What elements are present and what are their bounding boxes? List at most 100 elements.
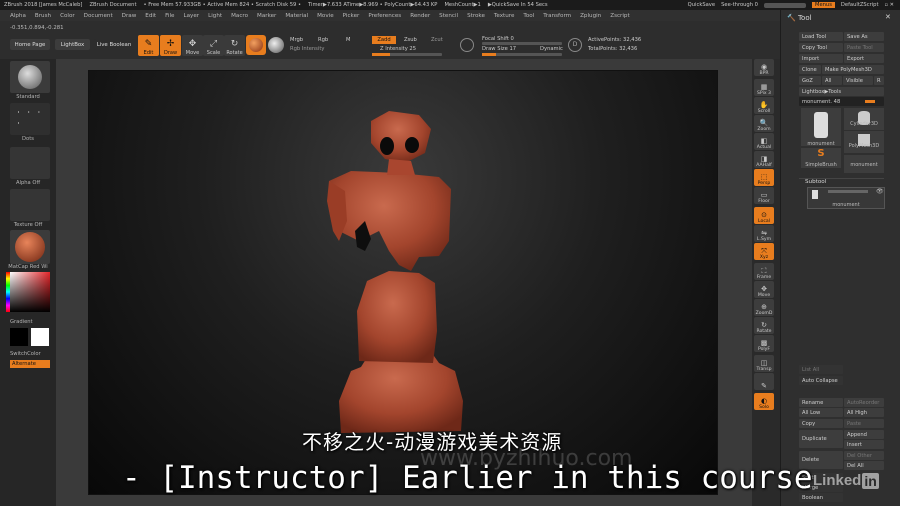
menu-alpha[interactable]: Alpha [10, 13, 26, 19]
current-tool-slider[interactable]: monument. 48 [799, 97, 884, 106]
standard-brush-button[interactable] [10, 61, 50, 93]
rail-button-local[interactable]: ⊙ Local [754, 207, 774, 224]
make-polymesh-button[interactable]: Make PolyMesh3D [822, 65, 884, 74]
subtool-visibility-icon[interactable]: 👁 [876, 188, 884, 195]
menu-file[interactable]: File [165, 13, 174, 19]
menu-texture[interactable]: Texture [494, 13, 514, 19]
auto-collapse-button[interactable]: Auto Collapse [799, 376, 843, 385]
rail-button-zoom[interactable]: 🔍 Zoom [754, 115, 774, 132]
visible-button[interactable]: Visible [843, 76, 873, 85]
rail-button-ghost[interactable]: ✎ [754, 373, 774, 390]
m-button[interactable]: M [346, 37, 350, 43]
dynamic-button[interactable]: Dynamic [540, 46, 563, 52]
default-zscript-button[interactable]: DefaultZScript [841, 2, 879, 8]
save-as-button[interactable]: Save As [844, 32, 884, 41]
menu-movie[interactable]: Movie [317, 13, 334, 19]
menu-stencil[interactable]: Stencil [439, 13, 458, 19]
focal-shift-slider[interactable] [482, 42, 562, 45]
menu-brush[interactable]: Brush [35, 13, 51, 19]
tool-thumb-polymesh[interactable] [844, 131, 884, 153]
list-all-button[interactable]: List All [799, 365, 843, 374]
menu-layer[interactable]: Layer [184, 13, 200, 19]
clone-button[interactable]: Clone [799, 65, 821, 74]
texture-button[interactable] [10, 189, 50, 221]
rotate-mode-button[interactable]: ↻ Rotate [224, 35, 245, 56]
rail-button-floor[interactable]: ▭ Floor [754, 187, 774, 204]
focal-shift-dial-icon[interactable] [460, 38, 474, 52]
menu-light[interactable]: Light [208, 13, 222, 19]
lightbox-button[interactable]: LightBox [55, 39, 90, 50]
window-controls[interactable]: ▫ ✕ [884, 2, 894, 8]
copy-button[interactable]: Copy [799, 419, 843, 428]
subtool-header[interactable]: Subtool [805, 179, 826, 185]
rail-button-zoomd[interactable]: ⊕ ZoomD [754, 299, 774, 316]
rename-button[interactable]: Rename [799, 398, 843, 407]
see-through-slider[interactable] [763, 2, 806, 8]
menu-picker[interactable]: Picker [343, 13, 360, 19]
scale-mode-button[interactable]: ⤢ Scale [203, 35, 224, 56]
subtool-item[interactable]: 👁 monument [807, 187, 885, 209]
all-high-button[interactable]: All High [844, 408, 884, 417]
rail-button-spix[interactable]: ▦ SPix 3 [754, 79, 774, 96]
quicksave-button[interactable]: QuickSave [688, 2, 715, 8]
rail-button-polyf[interactable]: ▩ PolyF [754, 335, 774, 352]
rail-button-bpr[interactable]: ◉ BPR [754, 59, 774, 76]
menu-document[interactable]: Document [84, 13, 113, 19]
menu-zplugin[interactable]: Zplugin [580, 13, 601, 19]
zsub-button[interactable]: Zsub [404, 37, 417, 43]
rail-button-solo[interactable]: ◐ Solo [754, 393, 774, 410]
rail-button-move[interactable]: ✥ Move [754, 281, 774, 298]
all-low-button[interactable]: All Low [799, 408, 843, 417]
rail-button-rotate[interactable]: ↻ Rotate [754, 317, 774, 334]
rail-button-persp[interactable]: ⬚ Persp [754, 169, 774, 186]
panel-close-icon[interactable]: ✕ [885, 13, 891, 21]
matcap-button[interactable] [10, 230, 50, 264]
menus-button[interactable]: Menus [811, 2, 835, 8]
material-swatch-button[interactable] [246, 35, 266, 55]
menu-material[interactable]: Material [285, 13, 308, 19]
menu-preferences[interactable]: Preferences [368, 13, 401, 19]
menu-edit[interactable]: Edit [145, 13, 156, 19]
rgb-intensity-label[interactable]: Rgb Intensity [290, 46, 324, 52]
draw-size-slider[interactable] [482, 53, 562, 56]
live-boolean-button[interactable]: Live Boolean [94, 39, 134, 50]
lightbox-tools-button[interactable]: Lightbox▶Tools [799, 87, 884, 96]
load-tool-button[interactable]: Load Tool [799, 32, 843, 41]
rail-button-lsym[interactable]: ⇋ L.Sym [754, 225, 774, 242]
texture-sphere-icon[interactable] [268, 37, 284, 53]
home-page-button[interactable]: Home Page [10, 39, 50, 50]
rail-button-frame[interactable]: ⛶ Frame [754, 263, 774, 280]
secondary-color-swatch[interactable] [10, 328, 28, 346]
rail-button-transp[interactable]: ◫ Transp [754, 355, 774, 372]
primary-color-swatch[interactable] [31, 328, 49, 346]
menu-render[interactable]: Render [410, 13, 430, 19]
rail-button-actual[interactable]: ◧ Actual [754, 133, 774, 150]
insert-button[interactable]: Insert [844, 440, 884, 449]
menu-marker[interactable]: Marker [257, 13, 276, 19]
menu-transform[interactable]: Transform [543, 13, 571, 19]
del-all-button[interactable]: Del All [844, 461, 884, 470]
draw-mode-button[interactable]: ✢ Draw [160, 35, 181, 56]
mrgb-button[interactable]: Mrgb [290, 37, 303, 43]
all-button[interactable]: All [822, 76, 842, 85]
hue-strip[interactable] [6, 272, 10, 312]
subtool-toggles[interactable] [828, 190, 868, 193]
menu-zscript[interactable]: Zscript [610, 13, 629, 19]
goz-button[interactable]: GoZ [799, 76, 821, 85]
autoreorder-button[interactable]: AutoReorder [844, 398, 884, 407]
edit-mode-button[interactable]: ✎ Edit [138, 35, 159, 56]
menu-macro[interactable]: Macro [231, 13, 248, 19]
rail-button-aahalf[interactable]: ◨ AAHalf [754, 151, 774, 168]
menu-color[interactable]: Color [60, 13, 75, 19]
copy-tool-button[interactable]: Copy Tool [799, 43, 843, 52]
duplicate-button[interactable]: Duplicate [799, 430, 843, 448]
export-button[interactable]: Export [844, 54, 884, 63]
paste-button[interactable]: Paste [844, 419, 884, 428]
menu-tool[interactable]: Tool [523, 13, 534, 19]
rail-button-xyz[interactable]: ⤧ Xyz [754, 243, 774, 260]
alpha-button[interactable] [10, 147, 50, 179]
append-button[interactable]: Append [844, 430, 884, 439]
dots-stroke-button[interactable]: ˙ ˙ ˙ ˙ [10, 103, 50, 135]
menu-draw[interactable]: Draw [122, 13, 137, 19]
z-intensity-slider[interactable] [372, 53, 442, 56]
